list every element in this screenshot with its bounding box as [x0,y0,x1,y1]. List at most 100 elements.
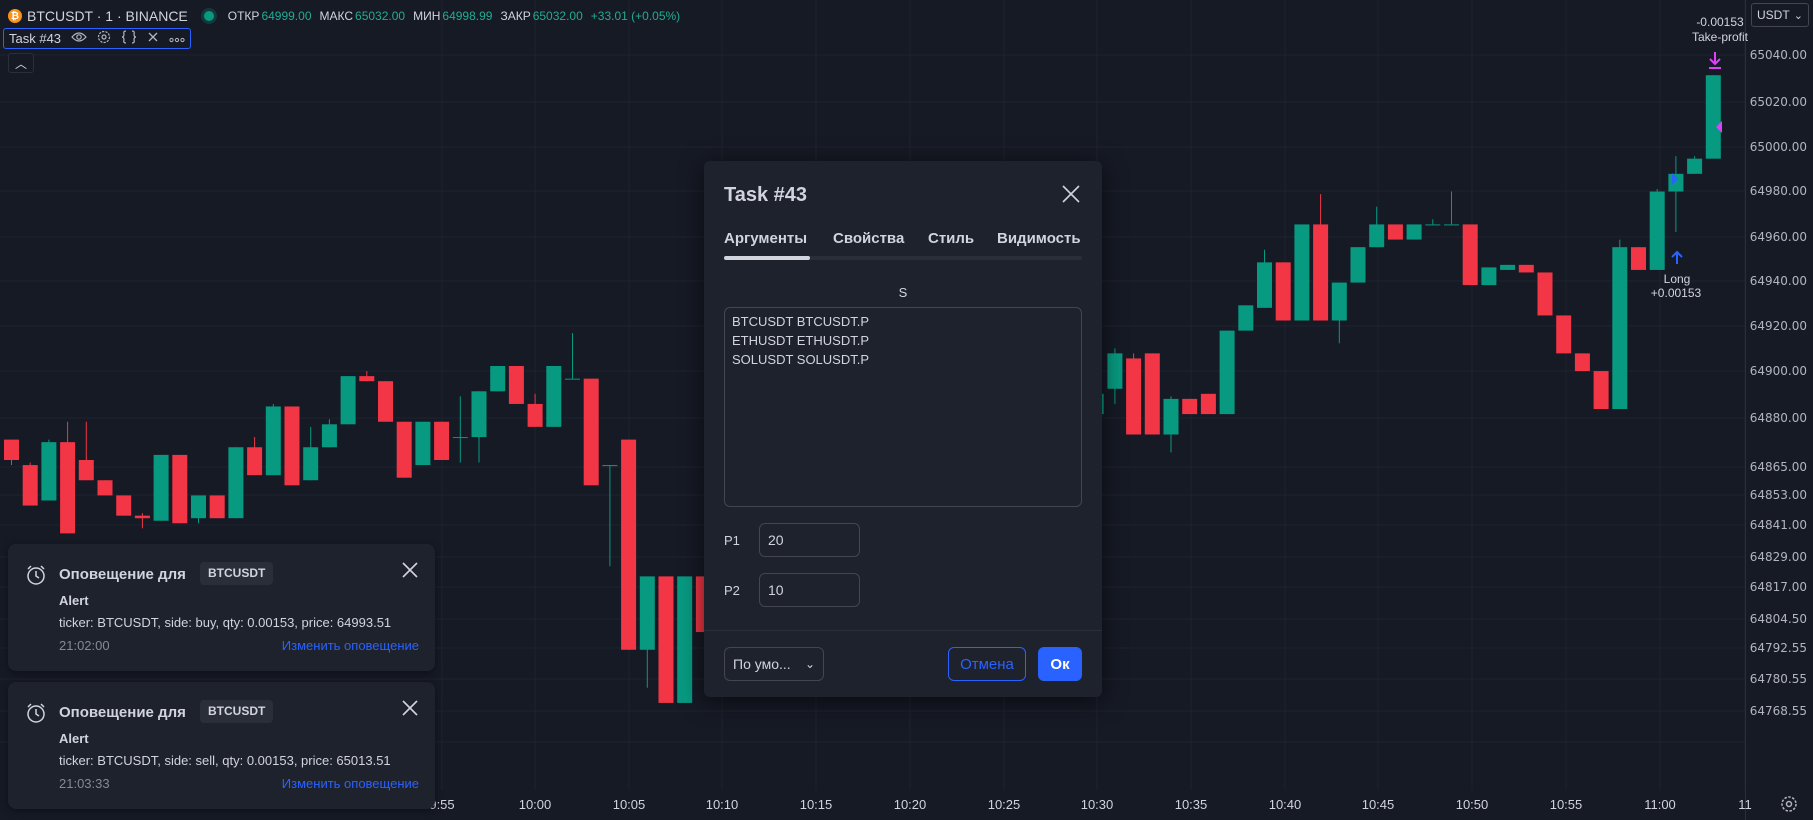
candle-body [1294,224,1310,321]
candle-body [1144,353,1160,435]
indicator-name[interactable]: Task #43 [9,31,61,46]
candle [1649,189,1665,270]
candle-body [1500,264,1516,270]
candle-body [284,406,300,486]
cancel-button[interactable]: Отмена [948,647,1026,681]
candle-body [602,465,618,467]
candle-body [1107,353,1123,389]
tab-style[interactable]: Стиль [928,230,974,247]
alert-notification-1[interactable]: Оповещение для BTCUSDT Alert ticker: BTC… [8,544,435,671]
dialog-title: Task #43 [724,184,808,206]
p2-input[interactable] [759,573,860,607]
price-tick-label: 64940.00 [1749,274,1807,288]
candle-body [508,366,524,404]
close-icon[interactable] [1060,183,1082,205]
tab-arguments[interactable]: Аргументы [724,230,807,247]
ohlc-close-label: ЗАКР [500,9,531,23]
active-tab-indicator [724,256,810,260]
eye-icon[interactable] [71,31,87,46]
candle [1537,272,1553,316]
indicator-legend[interactable]: Task #43 [3,28,192,49]
candle-body [1631,247,1646,270]
edit-alert-link[interactable]: Изменить оповещение [282,776,419,791]
s-label: S [898,285,908,300]
candle-body [191,495,206,519]
symbol-title[interactable]: BTCUSDT · 1 · BINANCE [27,8,188,24]
time-tick-label: 10:30 [1080,797,1114,812]
currency-select[interactable]: USDT ⌄ [1751,3,1809,27]
candle-body [1200,393,1216,415]
candle [434,421,450,460]
candle [1126,353,1142,435]
bitcoin-icon: ₿ [8,9,22,23]
candle [1518,264,1534,273]
candle [41,439,57,501]
candle [1500,264,1516,270]
chevron-up-icon: ︿ [14,56,27,71]
time-tick-label: 10:50 [1455,797,1489,812]
candle-body [1350,247,1366,283]
ok-button[interactable]: Ок [1038,647,1082,681]
candle [284,406,300,486]
candle [471,391,487,463]
candle-body [658,576,674,703]
price-tick-label: 64829.00 [1749,550,1807,564]
alert-time: 21:02:00 [59,638,110,653]
candle-body [209,495,225,519]
close-icon[interactable] [147,31,159,46]
defaults-dropdown[interactable]: По умо... ⌄ [724,647,824,681]
candle [396,421,412,478]
candle [191,495,206,524]
gear-icon[interactable] [97,30,111,47]
candle [1182,398,1198,415]
alert-title: Оповещение для [59,566,186,583]
candle [1574,353,1590,372]
price-axis[interactable]: 65040.00 65020.00 65000.00 64980.00 64960.00… [1745,0,1813,820]
time-tick-label: 10:55 [1549,797,1583,812]
candle-body [1126,358,1142,435]
candle [1219,330,1235,415]
tab-properties[interactable]: Свойства [833,230,904,247]
candle [134,513,150,529]
indicator-settings-dialog[interactable]: Task #43 Аргументы Свойства Стиль Видимо… [704,161,1102,697]
candle-body [452,437,468,439]
candle-body [415,421,431,466]
candle-body [228,447,244,519]
price-tick-label: 64804.50 [1749,612,1807,626]
candle-body [4,439,19,460]
candle-body [527,403,543,427]
candle-body [60,442,76,534]
alert-symbol-badge: BTCUSDT [200,562,274,585]
candle [583,378,599,486]
candle [621,439,637,650]
gear-icon[interactable] [1779,794,1799,814]
tab-visibility[interactable]: Видимость [997,230,1081,247]
time-tick-label: 10:40 [1268,797,1302,812]
p1-input[interactable] [759,523,860,557]
candle-body [434,421,450,460]
candle [565,333,580,380]
currency-label: USDT [1757,8,1790,22]
candle-body [78,460,94,481]
collapse-legend-button[interactable]: ︿ [8,53,34,73]
candle-body [1612,247,1628,409]
candle-body [471,391,487,438]
alert-notification-2[interactable]: Оповещение для BTCUSDT Alert ticker: BTC… [8,682,435,809]
candle [1350,247,1366,283]
candle-body [1462,224,1478,286]
more-icon[interactable] [169,31,185,46]
candle-body [546,366,562,427]
close-icon[interactable] [399,559,421,581]
close-icon[interactable] [399,697,421,719]
candle [677,576,693,703]
candle-body [172,454,188,524]
edit-alert-link[interactable]: Изменить оповещение [282,638,419,653]
take-profit-label: Take-profit [1691,30,1749,44]
s-textarea[interactable]: BTCUSDT BTCUSDT.P ETHUSDT ETHUSDT.P SOLU… [724,307,1082,507]
candle-body [340,376,356,425]
market-status-icon[interactable] [203,11,214,21]
braces-icon[interactable] [121,30,137,47]
price-tick-label: 64841.00 [1749,518,1807,532]
take-profit-arrow-icon [1709,52,1721,69]
time-tick-label: 10:00 [518,797,552,812]
